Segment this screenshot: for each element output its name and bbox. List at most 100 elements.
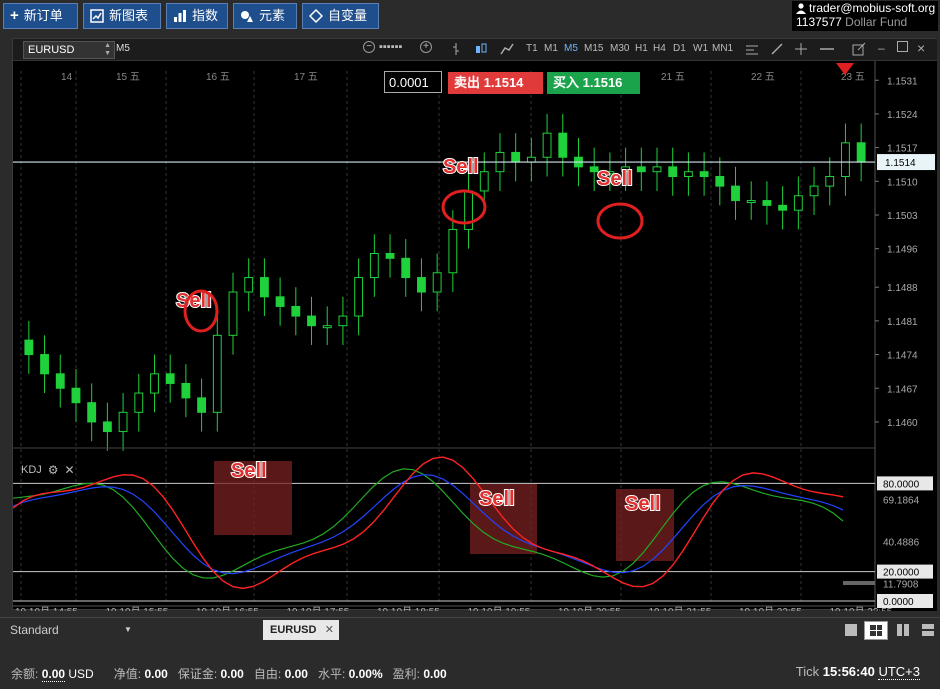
candle <box>558 113 568 177</box>
zoom-out-icon[interactable]: − <box>363 41 375 53</box>
candle <box>212 316 222 432</box>
sell-annotation: Sell <box>625 493 661 515</box>
candle <box>291 287 301 336</box>
time-tick: 19 10月 15:55 <box>106 606 169 611</box>
chart-plot-area[interactable]: 1415 五16 五17 五18 五19 五20 五21 五22 五23 五1.… <box>12 61 937 618</box>
maximize-icon[interactable] <box>897 41 908 52</box>
zoom-in-icon[interactable]: + <box>420 41 432 53</box>
shapes-icon <box>241 11 253 22</box>
candle <box>71 369 81 422</box>
close-tab-icon[interactable]: ✕ <box>325 620 334 640</box>
line-style-icon[interactable] <box>500 42 514 56</box>
chart-settings-icon[interactable] <box>745 42 759 56</box>
crosshair-icon[interactable] <box>794 42 808 56</box>
elements-button[interactable]: 元素 <box>233 3 297 29</box>
timeframe-w1[interactable]: W1 <box>693 43 708 54</box>
candle <box>181 364 191 418</box>
spinner-icon: ▲ ▼ <box>104 42 111 57</box>
sell-annotation: Sell <box>231 460 267 482</box>
profit-label: 盈利: <box>392 667 421 681</box>
sell-annotation: Sell <box>479 488 515 510</box>
candle-style-icon[interactable] <box>474 42 488 56</box>
sell-circle <box>596 202 644 240</box>
candle <box>401 239 411 297</box>
detach-icon[interactable] <box>852 42 866 56</box>
timeframe-h4[interactable]: H4 <box>653 43 666 54</box>
variables-button[interactable]: 自变量 <box>302 3 379 29</box>
kdj-k-line <box>12 474 844 575</box>
timeframe-m30[interactable]: M30 <box>610 43 629 54</box>
free-margin-label: 自由: <box>253 667 282 681</box>
user-icon <box>796 2 806 14</box>
chevron-down-icon: ▼ <box>124 625 132 634</box>
lot-size-input[interactable]: 0.0001 <box>384 71 442 93</box>
layout-single-icon[interactable] <box>845 624 857 636</box>
sell-label: 卖出 <box>454 75 481 90</box>
server-time: 15:56:40 <box>822 664 875 679</box>
price-tick: 1.1524 <box>887 110 918 121</box>
time-tick: 19 10月 21:55 <box>649 606 712 611</box>
symbol-label: EURUSD <box>28 44 75 56</box>
new-order-button[interactable]: + 新订单 <box>3 3 78 29</box>
layout-grid-icon[interactable] <box>864 621 888 640</box>
bottom-tabs-bar: Standard ▼ EURUSD ✕ <box>0 617 940 642</box>
close-icon[interactable]: ✕ <box>65 463 75 477</box>
candle <box>322 306 332 345</box>
timeframe-h1[interactable]: H1 <box>635 43 648 54</box>
time-tick: 19 10月 19:55 <box>468 606 531 611</box>
tick-label: Tick <box>795 664 820 679</box>
price-tick: 1.1510 <box>887 177 918 188</box>
timeframe-m5[interactable]: M5 <box>564 43 578 54</box>
sell-button[interactable]: 卖出 1.1514 <box>448 72 543 94</box>
horizontal-line-icon[interactable] <box>819 42 835 56</box>
close-chart-icon[interactable]: × <box>917 40 925 56</box>
candle <box>55 354 65 408</box>
account-status-bar: 余额: 0.00 USD 净值: 0.00 保证金: 0.00 自由: 0.00… <box>0 654 940 689</box>
indicators-button[interactable]: 指数 <box>166 3 228 29</box>
time-tick: 19 10月 20:55 <box>558 606 621 611</box>
buy-button[interactable]: 买入 1.1516 <box>547 72 640 94</box>
layout-columns-icon[interactable] <box>897 624 909 636</box>
chart-toolbar: EURUSD ▲ ▼ M5 − ▪▪▪▪▪▪ + T1 M1 M5 M15 M30 H1 H4… <box>13 39 937 61</box>
timezone-selector[interactable]: UTC+3 <box>878 664 920 680</box>
gear-icon[interactable]: ⚙ <box>48 463 59 477</box>
timeframe-m1[interactable]: M1 <box>544 43 558 54</box>
timeframe-d1[interactable]: D1 <box>673 43 686 54</box>
price-tick: 1.1496 <box>887 245 918 256</box>
timeframe-m15[interactable]: M15 <box>584 43 603 54</box>
tab-eurusd[interactable]: EURUSD ✕ <box>263 620 339 640</box>
candle <box>165 354 175 403</box>
price-tick: 1.1517 <box>887 144 918 155</box>
candle <box>118 393 128 451</box>
symbol-selector[interactable]: EURUSD ▲ ▼ <box>23 41 115 59</box>
minimize-icon[interactable]: – <box>878 41 885 55</box>
equity-value: 0.00 <box>144 667 168 681</box>
bar-chart-icon <box>174 10 186 22</box>
candle <box>354 258 364 336</box>
draw-line-icon[interactable] <box>770 42 784 56</box>
buy-price: 1.1516 <box>582 75 623 90</box>
new-chart-button[interactable]: 新图表 <box>83 3 161 29</box>
layout-rows-icon[interactable] <box>922 624 934 636</box>
account-panel[interactable]: trader@mobius-soft.org 1137577 Dollar Fu… <box>792 1 938 31</box>
bar-style-icon[interactable] <box>451 42 461 56</box>
equity-label: 净值: <box>113 667 142 681</box>
candle <box>150 354 159 413</box>
price-tick: 1.1503 <box>887 211 918 222</box>
candle <box>668 147 678 196</box>
timeframe-t1[interactable]: T1 <box>526 43 538 54</box>
price-tick: 1.1481 <box>887 317 918 328</box>
price-tick: 1.1531 <box>887 76 918 87</box>
kdj-level: 20.0000 <box>883 568 920 579</box>
candle <box>24 320 34 374</box>
buy-label: 买入 <box>553 75 580 90</box>
horizontal-scrollbar[interactable] <box>843 581 875 585</box>
candle <box>338 296 348 345</box>
plus-icon: + <box>10 7 19 24</box>
layout-selector[interactable]: Standard ▼ <box>0 618 250 642</box>
price-tick: 1.1467 <box>887 384 918 395</box>
price-tick: 1.1460 <box>887 418 918 429</box>
zoom-slider[interactable]: ▪▪▪▪▪▪ <box>379 41 402 53</box>
elements-label: 元素 <box>259 8 286 23</box>
timeframe-mn1[interactable]: MN1 <box>712 43 733 54</box>
